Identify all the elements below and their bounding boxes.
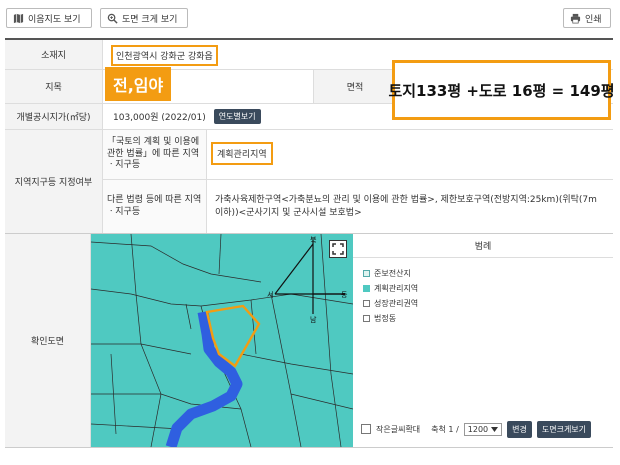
- legend-item: 법정동: [363, 313, 603, 324]
- fullscreen-button[interactable]: [329, 240, 347, 258]
- compass-south: 남: [310, 315, 317, 324]
- legend-swatch: [363, 300, 370, 307]
- legend-label: 준보전산지: [374, 269, 411, 278]
- map-icon: [13, 13, 24, 23]
- scale-value: 1200: [467, 424, 489, 434]
- map-view-button[interactable]: 이음지도 보기: [6, 8, 92, 28]
- land-info-table: 소재지 인천광역시 강화군 강화읍 지목 전,임야 면적 개별공시지가(㎡당) …: [5, 38, 613, 448]
- cadastral-map[interactable]: 북 남 동 서: [91, 234, 353, 447]
- zone-header: 지역지구등 지정여부: [5, 130, 103, 233]
- legend-swatch: [363, 315, 370, 322]
- legend-label: 성장관리권역: [374, 299, 419, 308]
- zoom-view-label: 도면 크게 보기: [122, 14, 178, 25]
- legend-title: 범례: [353, 234, 613, 258]
- legend-panel: 범례 준보전산지 계획관리지역 성장관리권역 법정동: [353, 234, 613, 416]
- law1-label: 「국토의 계획 및 이용에 관한 법률」에 따른 지역ㆍ지구등: [103, 130, 207, 179]
- print-button[interactable]: 인쇄: [563, 8, 611, 28]
- legend-label: 계획관리지역: [374, 284, 419, 293]
- compass-east: 동: [341, 291, 348, 299]
- map-header: 확인도면: [5, 234, 91, 447]
- legend-label: 법정동: [374, 314, 397, 323]
- legend-swatch: [363, 270, 370, 277]
- area-annotation: 토지133평 +도로 16평 = 149평: [388, 60, 615, 120]
- legend-item: 준보전산지: [363, 268, 603, 279]
- compass-west: 서: [267, 290, 273, 299]
- yearly-price-button[interactable]: 연도별보기: [213, 109, 261, 124]
- map-drawing: 북 남 동 서: [91, 234, 353, 447]
- expand-icon: [332, 243, 344, 255]
- small-text-checkbox[interactable]: [361, 424, 371, 434]
- area-header: 면적: [313, 70, 397, 103]
- law2-value: 가축사육제한구역<가축분뇨의 관리 및 이용에 관한 법률>, 제한보호구역(전…: [215, 194, 597, 219]
- chevron-down-icon: [491, 426, 499, 432]
- scale-select[interactable]: 1200: [463, 422, 503, 436]
- legend-item: 계획관리지역: [363, 283, 603, 294]
- map-view-label: 이음지도 보기: [28, 14, 81, 25]
- print-label: 인쇄: [585, 14, 602, 25]
- jimok-header: 지목: [5, 70, 103, 103]
- magnifier-icon: [107, 13, 118, 24]
- map-row: 확인도면 북 남 동 서 범례 준보전산지 계획관리지역 성장관리권역 법정동 …: [5, 234, 613, 448]
- zone-row: 지역지구등 지정여부 「국토의 계획 및 이용에 관한 법률」에 따른 지역ㆍ지…: [5, 130, 613, 234]
- printer-icon: [570, 13, 581, 23]
- price-header: 개별공시지가(㎡당): [5, 104, 103, 129]
- area-annotation-text: 토지133평 +도로 16평 = 149평: [388, 81, 615, 100]
- jimok-value: 전,임야: [105, 67, 172, 101]
- law1-subrow: 「국토의 계획 및 이용에 관한 법률」에 따른 지역ㆍ지구등 계획관리지역: [103, 130, 613, 180]
- law2-subrow: 다른 법령 등에 따른 지역ㆍ지구등 가축사육제한구역<가축분뇨의 관리 및 이…: [103, 180, 613, 233]
- price-value: 103,000원 (2022/01): [113, 113, 206, 123]
- zoom-view-button[interactable]: 도면 크게 보기: [100, 8, 188, 28]
- law2-label: 다른 법령 등에 따른 지역ㆍ지구등: [103, 180, 207, 233]
- small-text-label: 작은글씨확대: [376, 424, 421, 434]
- legend-item: 성장관리권역: [363, 298, 603, 309]
- legend-swatch: [363, 285, 370, 292]
- compass-north: 북: [310, 236, 317, 244]
- law1-value: 계획관리지역: [211, 142, 273, 165]
- location-value: 인천광역시 강화군 강화읍: [111, 44, 218, 66]
- change-scale-button[interactable]: 변경: [507, 420, 532, 438]
- enlarge-map-button[interactable]: 도면크게보기: [536, 420, 592, 438]
- scale-label: 축척 1 /: [431, 424, 459, 434]
- map-controls: 작은글씨확대 축척 1 / 1200 변경 도면크게보기: [361, 418, 611, 440]
- location-header: 소재지: [5, 40, 103, 69]
